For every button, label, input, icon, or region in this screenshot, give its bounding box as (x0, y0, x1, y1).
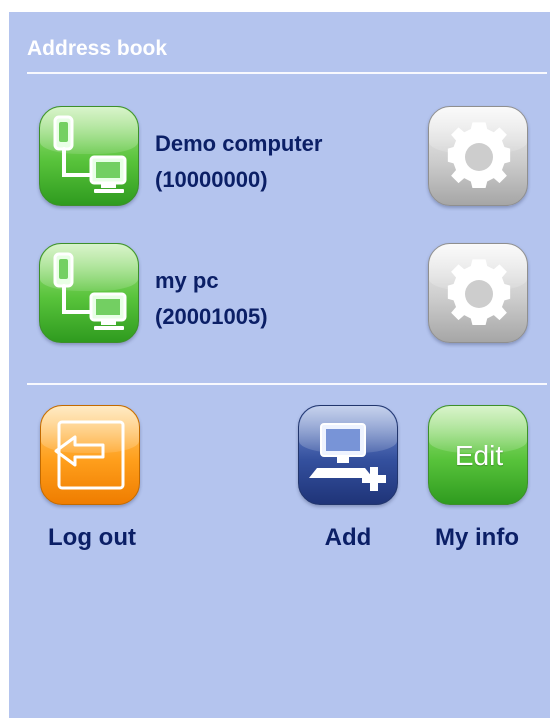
phone-to-computer-icon (53, 115, 127, 193)
connect-demo-computer-button[interactable] (39, 106, 139, 206)
connect-my-pc-button[interactable] (39, 243, 139, 343)
my-info-edit-button[interactable]: Edit (428, 405, 528, 505)
demo-computer-settings-button[interactable] (428, 106, 528, 206)
contact-name: my pc (155, 268, 219, 293)
middle-divider (27, 383, 547, 385)
edit-button-text: Edit (454, 440, 504, 471)
address-book-screen: Address book Demo computer (10000000) my… (9, 12, 550, 718)
my-pc-settings-button[interactable] (428, 243, 528, 343)
contact-id: (10000000) (155, 167, 268, 192)
add-computer-icon (309, 423, 386, 491)
add-computer-button[interactable] (298, 405, 398, 505)
my-info-label[interactable]: My info (419, 524, 535, 552)
page-title: Address book (27, 37, 168, 60)
gear-icon (447, 259, 511, 325)
logout-label[interactable]: Log out (40, 524, 144, 552)
phone-to-computer-icon (53, 252, 127, 330)
contact-name: Demo computer (155, 131, 323, 156)
top-divider (27, 72, 547, 74)
logout-arrow-icon (54, 420, 125, 490)
logout-button[interactable] (40, 405, 140, 505)
gear-icon (447, 122, 511, 188)
contact-id: (20001005) (155, 304, 268, 329)
add-label[interactable]: Add (298, 524, 398, 552)
